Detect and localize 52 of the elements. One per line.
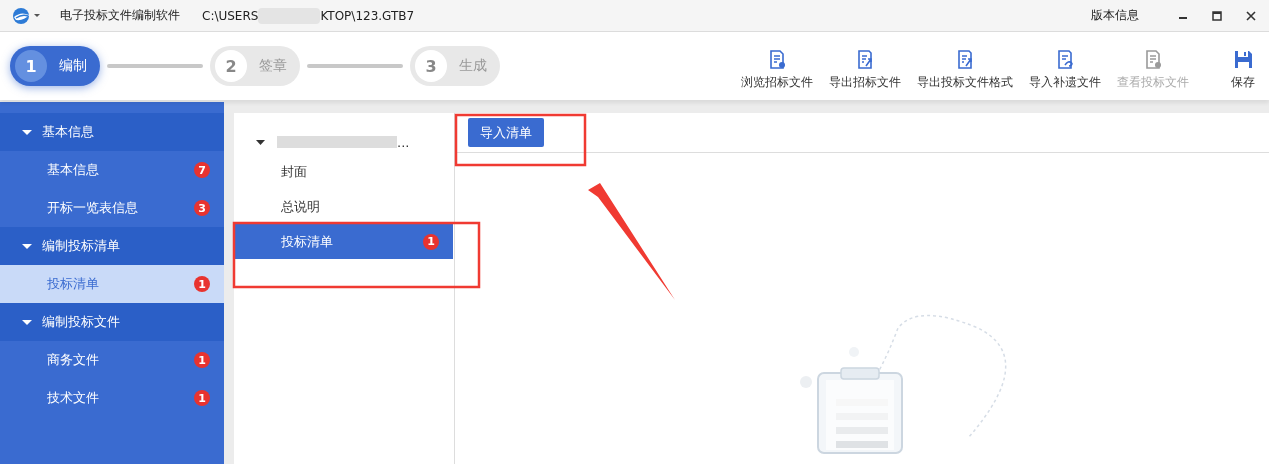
step-tab[interactable]: 3 生成	[410, 46, 500, 86]
sidebar-item[interactable]: 技术文件 1	[0, 379, 224, 417]
toolbar-button[interactable]: 导出招标文件	[827, 50, 903, 90]
document-icon	[767, 50, 787, 69]
caret-icon	[22, 129, 32, 135]
app-menu[interactable]	[12, 6, 40, 25]
step-number: 1	[15, 50, 47, 82]
document-icon	[955, 50, 975, 69]
step-number: 3	[415, 50, 447, 82]
sidebar-item[interactable]: 投标清单 1	[0, 265, 224, 303]
file-path: KTOP\123.GTB7	[320, 8, 415, 23]
sidebar-group[interactable]: 编制投标文件	[0, 303, 224, 341]
count-badge: 7	[194, 162, 210, 178]
tree-item[interactable]: 投标清单 1	[234, 224, 453, 259]
toolbar-button[interactable]: 导出投标文件格式	[915, 50, 1015, 90]
file-path: C:\USERS	[202, 8, 259, 23]
toolbar-button[interactable]: 保存	[1229, 50, 1259, 90]
tree-item[interactable]: 总说明	[234, 189, 453, 224]
caret-icon	[22, 243, 32, 249]
close-icon[interactable]	[1245, 9, 1257, 22]
count-badge: 1	[423, 233, 439, 250]
caret-icon	[22, 319, 32, 325]
count-badge: 1	[194, 276, 210, 292]
document-icon	[855, 50, 875, 69]
caret-icon[interactable]	[256, 139, 265, 145]
step-tab[interactable]: 2 签章	[210, 46, 300, 86]
sidebar-item[interactable]: 基本信息 7	[0, 151, 224, 189]
sidebar-item[interactable]: 商务文件 1	[0, 341, 224, 379]
maximize-icon[interactable]	[1211, 9, 1223, 22]
toolbar-button[interactable]: 导入补遗文件	[1027, 50, 1103, 90]
step-label: 编制	[59, 57, 87, 75]
step-label: 签章	[259, 57, 287, 75]
step-tab[interactable]: 1 编制	[10, 46, 100, 86]
sidebar-item[interactable]: 开标一览表信息 3	[0, 189, 224, 227]
toolbar-button[interactable]: 浏览招标文件	[739, 50, 815, 90]
document-icon	[1055, 50, 1075, 69]
sidebar-group[interactable]: 基本信息	[0, 113, 224, 151]
count-badge: 1	[194, 352, 210, 368]
count-badge: 1	[194, 390, 210, 406]
step-label: 生成	[459, 57, 487, 75]
logo-icon	[12, 6, 30, 25]
step-number: 2	[215, 50, 247, 82]
count-badge: 3	[194, 200, 210, 216]
caret-icon	[34, 14, 40, 17]
version-info-link[interactable]: 版本信息	[1091, 7, 1139, 24]
tree-item[interactable]: 封面	[234, 154, 453, 189]
document-icon	[1143, 50, 1163, 69]
save-icon	[1233, 50, 1253, 69]
sidebar-group[interactable]: 编制投标清单	[0, 227, 224, 265]
app-title: 电子投标文件编制软件	[60, 7, 180, 24]
tree-root-label[interactable]: ...	[397, 134, 410, 150]
import-button[interactable]: 导入清单	[468, 118, 544, 147]
